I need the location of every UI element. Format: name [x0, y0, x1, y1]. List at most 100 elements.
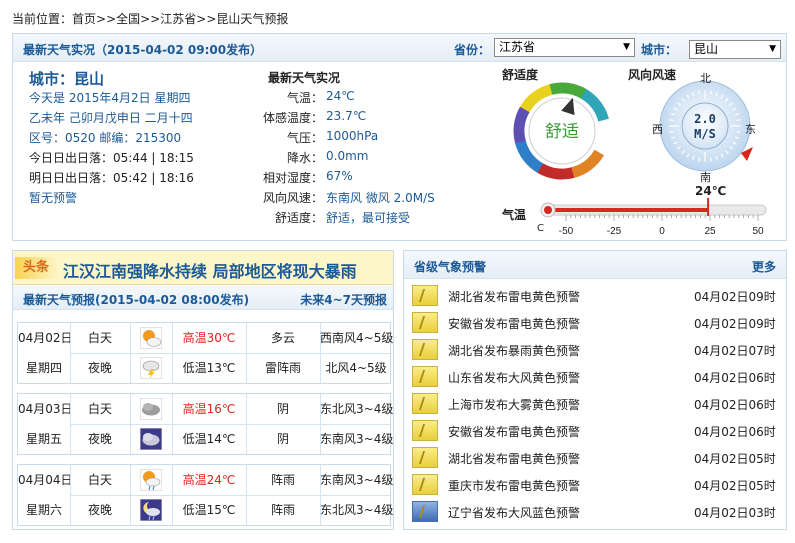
forecast-weekday: 星期四	[25, 361, 62, 375]
forecast-night-weather: 阴	[276, 432, 289, 446]
thermometer-tick-label: 25	[704, 226, 716, 237]
warning-item[interactable]: 安徽省发布雷电黄色预警 04月02日06时	[404, 417, 786, 444]
forecast-day-temp: 高温16℃	[182, 402, 236, 416]
forecast-day-wind: 东南风3~4级	[320, 473, 394, 487]
thermometer-tick-label: -25	[607, 226, 622, 237]
compass-west: 西	[652, 123, 663, 136]
compass-tick	[669, 119, 674, 122]
observation-value: 舒适，最可接受	[326, 211, 411, 225]
breadcrumb-prefix: 当前位置：	[12, 12, 73, 26]
forecast-header: 最新天气预报(2015-04-02 08:00发布) 未来4~7天预报	[13, 286, 393, 310]
warning-time: 04月02日03时	[694, 506, 776, 520]
forecast-day-wind: 西南风4~5级	[320, 331, 394, 345]
province-select[interactable]: 江苏省 ▼	[494, 38, 635, 57]
warning-item[interactable]: 湖北省发布雷电黄色预警 04月02日09时	[404, 282, 786, 309]
observation-label: 风向风速：	[262, 191, 323, 205]
forecast-day-period: 白天	[87, 331, 112, 345]
compass-south: 南	[700, 171, 711, 184]
forecast-panel: 头条 江汉江南强降水持续 局部地区将现大暴雨 最新天气预报(2015-04-02…	[12, 250, 394, 530]
forecast-day-weather: 阴	[276, 402, 289, 416]
observation-label: 降水：	[286, 151, 323, 165]
forecast-day-weather: 阵雨	[270, 473, 295, 487]
night-shower-icon	[139, 498, 163, 522]
breadcrumb-current-page: 昆山天气预报	[216, 12, 289, 26]
headline-bar: 头条 江汉江南强降水持续 局部地区将现大暴雨	[13, 251, 393, 285]
city-name: 城市：昆山	[29, 70, 105, 88]
warning-time: 04月02日06时	[694, 398, 776, 412]
warning-item[interactable]: 山东省发布大风黄色预警 04月02日06时	[404, 363, 786, 390]
headline-link[interactable]: 江汉江南强降水持续 局部地区将现大暴雨	[63, 258, 357, 282]
warning-item[interactable]: 湖北省发布暴雨黄色预警 04月02日07时	[404, 336, 786, 363]
warning-text[interactable]: 辽宁省发布大风蓝色预警	[448, 504, 580, 521]
sun-cloud-icon	[139, 326, 163, 350]
sunrise-tomorrow: 明日日出日落：05:42 | 18:16	[29, 171, 194, 185]
warning-time: 04月02日05时	[694, 479, 776, 493]
thermometer-scale: -50 -25 0 25 50	[559, 215, 764, 237]
wind-speed-value: 2.0	[694, 112, 716, 126]
blue-warning-icon	[412, 501, 438, 522]
forecast-night-period: 夜晚	[87, 503, 112, 517]
warnings-header: 省级气象预警 更多	[404, 251, 786, 279]
forecast-day-period: 白天	[87, 402, 112, 416]
observation-label: 气压：	[286, 131, 323, 145]
observation-label: 体感温度：	[262, 111, 323, 125]
city-label: 城市：	[641, 43, 678, 57]
warning-item[interactable]: 上海市发布大雾黄色预警 04月02日06时	[404, 390, 786, 417]
yellow-warning-icon	[412, 447, 438, 468]
forecast-night-period: 夜晚	[87, 432, 112, 446]
compass-tick	[709, 157, 712, 162]
forecast-day-temp: 高温24℃	[182, 473, 236, 487]
no-warning-link[interactable]: 暂无预警	[29, 189, 77, 206]
warning-text[interactable]: 安徽省发布雷电黄色预警	[448, 423, 580, 440]
warnings-title: 省级气象预警	[414, 260, 487, 274]
warning-time: 04月02日09时	[694, 317, 776, 331]
forecast-day: 04月04日 星期六 白天 高温24℃ 阵雨 东南风3~4级 夜晚 低温15℃ 阵雨 东北风3~4…	[17, 464, 394, 526]
breadcrumb-home-link[interactable]: 首页	[72, 12, 96, 26]
forecast-more-link[interactable]: 未来4~7天预报	[300, 291, 387, 308]
observation-title: 最新天气实况	[268, 71, 341, 85]
warning-text[interactable]: 安徽省发布雷电黄色预警	[448, 315, 580, 332]
forecast-date: 04月02日	[18, 331, 73, 345]
thermometer: -50 -25 0 25 50	[540, 198, 767, 237]
warning-text[interactable]: 山东省发布大风黄色预警	[448, 369, 580, 386]
yellow-warning-icon	[412, 420, 438, 441]
overcast-icon	[139, 397, 163, 421]
observation-value: 0.0mm	[326, 149, 369, 163]
warning-text[interactable]: 上海市发布大雾黄色预警	[448, 396, 580, 413]
warning-text[interactable]: 重庆市发布雷电黄色预警	[448, 477, 580, 494]
warning-item[interactable]: 湖北省发布雷电黄色预警 04月02日05时	[404, 444, 786, 471]
yellow-warning-icon	[412, 393, 438, 414]
compass-north: 北	[700, 72, 711, 85]
observation-value: 1000hPa	[326, 129, 379, 143]
lunar-date: 乙未年 己卯月戊申日 二月十四	[29, 111, 193, 125]
observation-label: 相对湿度：	[262, 171, 323, 185]
warning-text[interactable]: 湖北省发布雷电黄色预警	[448, 288, 580, 305]
chevron-down-icon: ▼	[769, 44, 776, 54]
city-select[interactable]: 昆山 ▼	[689, 40, 781, 59]
current-weather-title: 最新天气实况（2015-04-02 09:00发布）	[23, 43, 263, 57]
warning-time: 04月02日05时	[694, 452, 776, 466]
current-weather-header: 最新天气实况（2015-04-02 09:00发布） 省份： 江苏省 ▼ 城市：…	[13, 34, 786, 62]
breadcrumb-country-link[interactable]: 全国	[116, 12, 140, 26]
warning-text[interactable]: 湖北省发布雷电黄色预警	[448, 450, 580, 467]
warning-text[interactable]: 湖北省发布暴雨黄色预警	[448, 342, 580, 359]
forecast-day-temp: 高温30℃	[182, 331, 236, 345]
sun-shower-icon	[139, 468, 163, 492]
city-select-value: 昆山	[694, 42, 719, 56]
area-codes: 区号：0520 邮编：215300	[29, 131, 182, 145]
forecast-day-period: 白天	[87, 473, 112, 487]
compass-tick	[736, 119, 741, 122]
observation-label: 舒适度：	[274, 211, 323, 225]
current-weather-panel: 最新天气实况（2015-04-02 09:00发布） 省份： 江苏省 ▼ 城市：…	[12, 33, 787, 241]
forecast-title: 最新天气预报(2015-04-02 08:00发布)	[23, 293, 250, 307]
observation-value: 东南风 微风 2.0M/S	[326, 191, 435, 205]
warnings-more-link[interactable]: 更多	[752, 258, 776, 275]
warning-item[interactable]: 辽宁省发布大风蓝色预警 04月02日03时	[404, 498, 786, 525]
warning-item[interactable]: 安徽省发布雷电黄色预警 04月02日09时	[404, 309, 786, 336]
night-overcast-icon	[139, 427, 163, 451]
breadcrumb-province-link[interactable]: 江苏省	[160, 12, 196, 26]
thermometer-unit: C	[537, 223, 544, 234]
yellow-warning-icon	[412, 312, 438, 333]
warnings-panel: 省级气象预警 更多 湖北省发布雷电黄色预警 04月02日09时 安徽省发布雷电黄色预…	[403, 250, 787, 530]
warning-item[interactable]: 重庆市发布雷电黄色预警 04月02日05时	[404, 471, 786, 498]
